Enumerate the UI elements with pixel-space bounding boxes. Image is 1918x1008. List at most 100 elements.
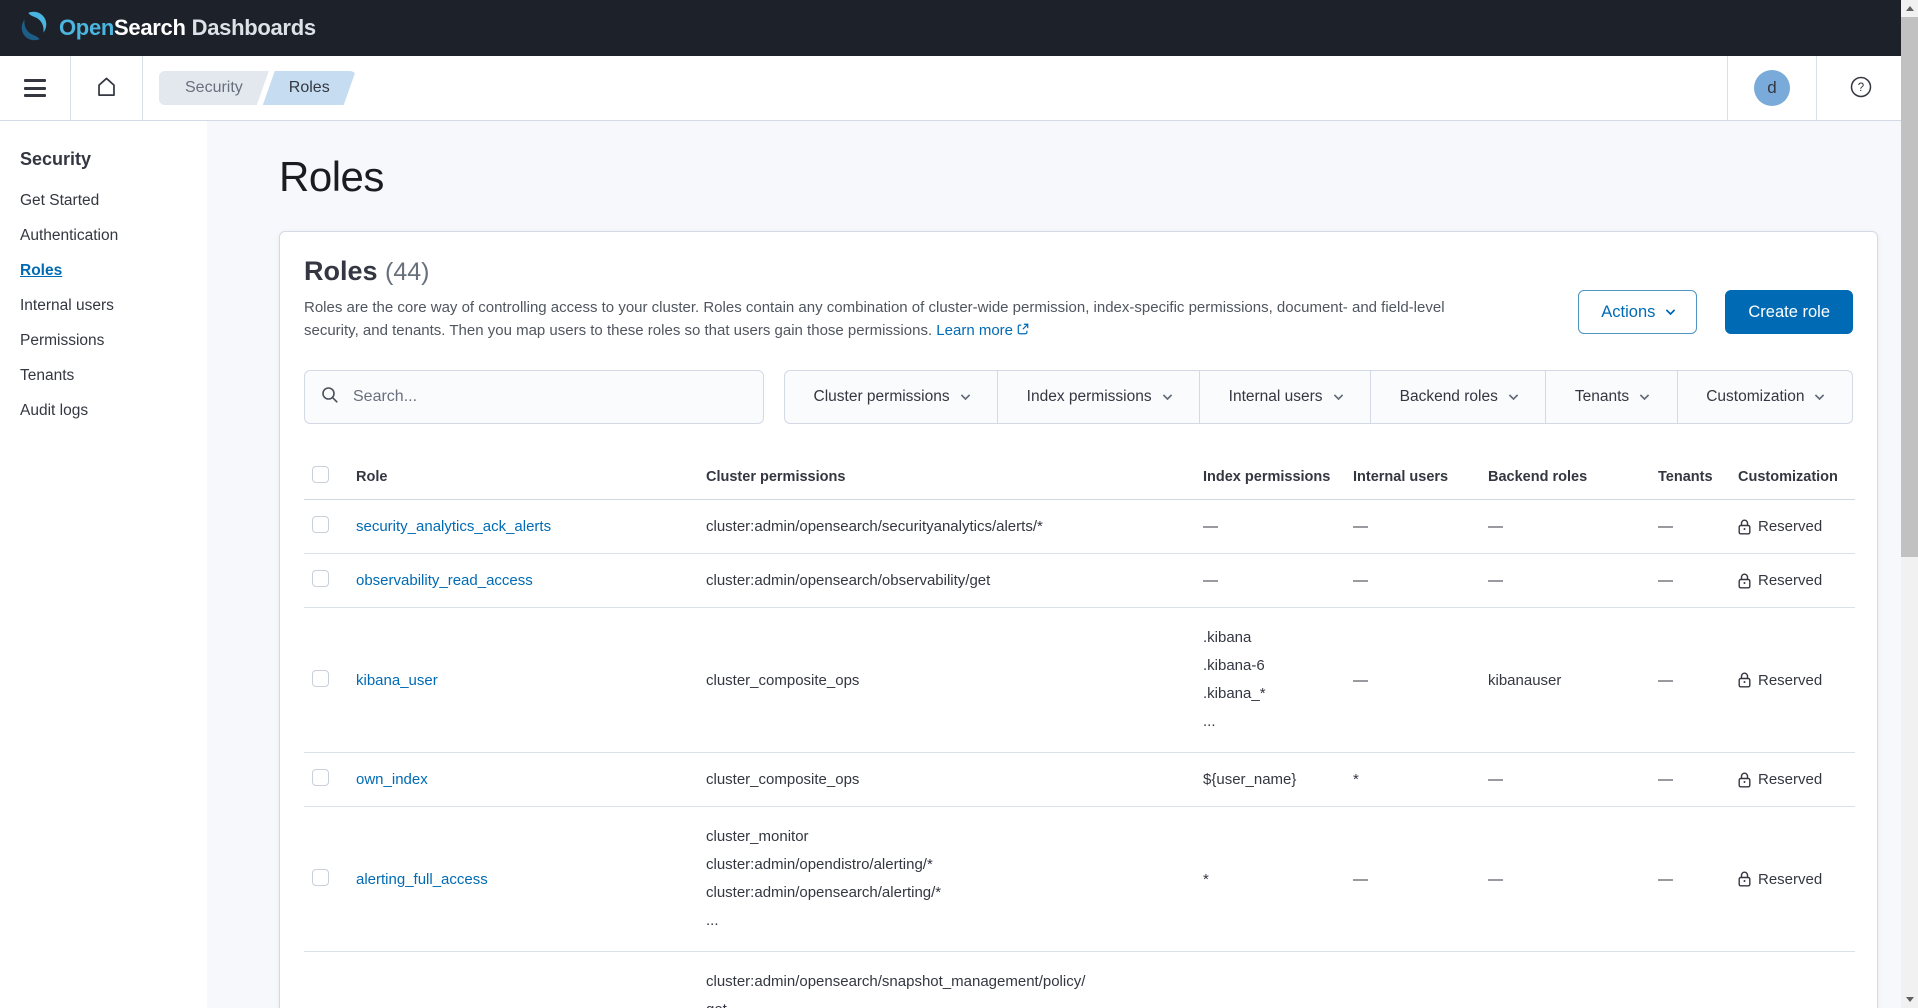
chevron-down-icon <box>1508 390 1518 400</box>
search-icon <box>321 386 339 409</box>
lock-icon <box>1738 772 1751 788</box>
breadcrumb-bar: Security Roles d ? <box>0 56 1901 121</box>
external-link-icon <box>1017 323 1029 335</box>
role-name-link[interactable]: security_analytics_ack_alerts <box>356 518 551 535</box>
filter-backend-roles[interactable]: Backend roles <box>1370 371 1545 423</box>
content-area: Roles Roles (44) Roles are the core way … <box>207 121 1901 1008</box>
index-permissions-cell: — <box>1203 516 1337 537</box>
page-title: Roles <box>279 153 1878 201</box>
panel-description: Roles are the core way of controlling ac… <box>304 296 1499 342</box>
filter-index-permissions[interactable]: Index permissions <box>997 371 1199 423</box>
column-header-index-permissions: Index permissions <box>1195 454 1345 500</box>
security-sidebar: Security Get Started Authentication Roles I… <box>0 121 207 1008</box>
index-permissions-cell: .kibana.kibana-6.kibana_*... <box>1203 624 1337 736</box>
sidebar-nav: Get Started Authentication Roles Internal u… <box>20 192 197 420</box>
opensearch-logo-icon <box>18 10 50 47</box>
roles-panel: Roles (44) Roles are the core way of con… <box>279 231 1878 1008</box>
tenants-cell: — <box>1658 871 1673 888</box>
internal-users-cell: — <box>1353 672 1368 689</box>
internal-users-cell: — <box>1353 518 1368 535</box>
row-checkbox[interactable] <box>312 516 329 533</box>
filter-customization[interactable]: Customization <box>1677 371 1852 423</box>
role-name-link[interactable]: observability_read_access <box>356 572 533 589</box>
help-button[interactable]: ? <box>1843 74 1879 103</box>
sidebar-item-get-started[interactable]: Get Started <box>20 192 197 210</box>
filter-cluster-permissions[interactable]: Cluster permissions <box>785 371 997 423</box>
hamburger-icon <box>24 79 46 97</box>
opensearch-dashboards-app: OpenSearchDashboards Security Roles d ? <box>0 0 1918 1008</box>
chevron-down-icon <box>1162 390 1172 400</box>
home-button[interactable] <box>71 56 142 120</box>
select-all-checkbox[interactable] <box>312 466 329 483</box>
reserved-label: Reserved <box>1758 871 1822 888</box>
row-checkbox[interactable] <box>312 869 329 886</box>
internal-users-cell: — <box>1353 572 1368 589</box>
menu-button[interactable] <box>0 56 70 120</box>
cluster-permissions-cell: cluster:admin/opensearch/securityanalyti… <box>706 516 1187 537</box>
scroll-up-arrow[interactable] <box>1901 0 1918 17</box>
row-checkbox[interactable] <box>312 769 329 786</box>
chevron-down-icon <box>960 390 970 400</box>
sidebar-item-permissions[interactable]: Permissions <box>20 332 197 350</box>
lock-icon <box>1738 672 1751 688</box>
role-name-link[interactable]: alerting_full_access <box>356 871 488 888</box>
nav-right-controls: d ? <box>1727 56 1879 120</box>
table-row: kibana_user cluster_composite_ops .kiban… <box>304 608 1855 753</box>
row-checkbox[interactable] <box>312 670 329 687</box>
divider <box>142 56 143 120</box>
sidebar-item-audit-logs[interactable]: Audit logs <box>20 402 197 420</box>
filter-tenants[interactable]: Tenants <box>1545 371 1676 423</box>
scrollbar-thumb[interactable] <box>1901 17 1918 557</box>
tenants-cell: — <box>1658 518 1673 535</box>
table-row: observability_read_access cluster:admin/… <box>304 554 1855 608</box>
learn-more-link[interactable]: Learn more <box>936 322 1029 339</box>
column-header-internal-users: Internal users <box>1345 454 1480 500</box>
sidebar-item-roles[interactable]: Roles <box>20 262 197 280</box>
cluster-permissions-cell: cluster_composite_ops <box>706 670 1187 691</box>
logo-text: OpenSearchDashboards <box>59 15 316 41</box>
reserved-label: Reserved <box>1758 518 1822 535</box>
breadcrumb-security[interactable]: Security <box>159 71 269 105</box>
tenants-cell: — <box>1658 572 1673 589</box>
sidebar-item-tenants[interactable]: Tenants <box>20 367 197 385</box>
scroll-down-arrow[interactable] <box>1901 991 1918 1008</box>
panel-action-buttons: Actions Create role <box>1578 290 1853 334</box>
panel-head-text: Roles (44) Roles are the core way of con… <box>304 256 1499 342</box>
opensearch-logo[interactable]: OpenSearchDashboards <box>18 10 316 47</box>
search-box <box>304 370 764 424</box>
internal-users-cell: — <box>1353 871 1368 888</box>
sidebar-item-authentication[interactable]: Authentication <box>20 227 197 245</box>
backend-roles-cell: kibanauser <box>1488 672 1561 689</box>
table-header-row: RoleCluster permissionsIndex permissions… <box>304 454 1855 500</box>
column-header-cluster-permissions: Cluster permissions <box>698 454 1195 500</box>
row-checkbox[interactable] <box>312 570 329 587</box>
cluster-permissions-cell: cluster_composite_ops <box>706 769 1187 790</box>
filter-group: Cluster permissionsIndex permissionsInte… <box>784 370 1853 424</box>
cluster-permissions-cell: cluster:admin/opensearch/observability/g… <box>706 570 1187 591</box>
reserved-label: Reserved <box>1758 771 1822 788</box>
roles-table: RoleCluster permissionsIndex permissions… <box>304 454 1855 1008</box>
create-role-button[interactable]: Create role <box>1725 290 1853 334</box>
vertical-scrollbar[interactable] <box>1901 0 1918 1008</box>
user-avatar[interactable]: d <box>1754 70 1790 106</box>
reserved-label: Reserved <box>1758 572 1822 589</box>
backend-roles-cell: — <box>1488 518 1503 535</box>
tenants-cell: — <box>1658 771 1673 788</box>
column-header-role: Role <box>348 454 698 500</box>
search-input[interactable] <box>351 387 747 407</box>
divider <box>1727 56 1728 120</box>
backend-roles-cell: — <box>1488 771 1503 788</box>
sidebar-title: Security <box>20 149 197 170</box>
role-name-link[interactable]: kibana_user <box>356 672 438 689</box>
column-header-customization: Customization <box>1730 454 1855 500</box>
breadcrumb-roles[interactable]: Roles <box>263 71 356 105</box>
table-row: alerting_full_access cluster_monitorclus… <box>304 807 1855 952</box>
chevron-down-icon <box>1815 390 1825 400</box>
backend-roles-cell: — <box>1488 572 1503 589</box>
filter-internal-users[interactable]: Internal users <box>1199 371 1370 423</box>
role-name-link[interactable]: own_index <box>356 771 428 788</box>
sidebar-item-internal-users[interactable]: Internal users <box>20 297 197 315</box>
actions-button[interactable]: Actions <box>1578 290 1697 334</box>
table-row: cluster:admin/opensearch/snapshot_manage… <box>304 952 1855 1008</box>
internal-users-cell: * <box>1353 771 1359 788</box>
